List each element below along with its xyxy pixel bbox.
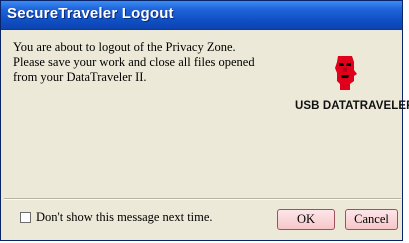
- message-line: from your DataTraveler II.: [13, 70, 147, 84]
- message-line: You are about to logout of the Privacy Z…: [13, 40, 236, 54]
- dialog-content: You are about to logout of the Privacy Z…: [4, 32, 409, 197]
- cancel-button[interactable]: Cancel: [345, 209, 398, 230]
- message-line: Please save your work and close all file…: [13, 55, 255, 69]
- logout-dialog: SecureTraveler Logout You are about to l…: [0, 0, 409, 241]
- dont-show-again-checkbox[interactable]: [20, 212, 31, 223]
- usb-datatraveler-logo: USB DATATRAVELER: [287, 54, 409, 120]
- logo-text: USB DATATRAVELER: [295, 100, 409, 112]
- dont-show-again-option[interactable]: Don't show this message next time.: [20, 210, 213, 225]
- logout-message: You are about to logout of the Privacy Z…: [13, 40, 295, 85]
- dont-show-again-label[interactable]: Don't show this message next time.: [36, 210, 213, 225]
- dialog-title: SecureTraveler Logout: [7, 5, 174, 22]
- kingston-head-logo-icon: [335, 56, 357, 90]
- dialog-footer: Don't show this message next time. OK Ca…: [4, 200, 401, 240]
- title-bar[interactable]: SecureTraveler Logout: [1, 1, 402, 30]
- ok-button[interactable]: OK: [277, 209, 335, 230]
